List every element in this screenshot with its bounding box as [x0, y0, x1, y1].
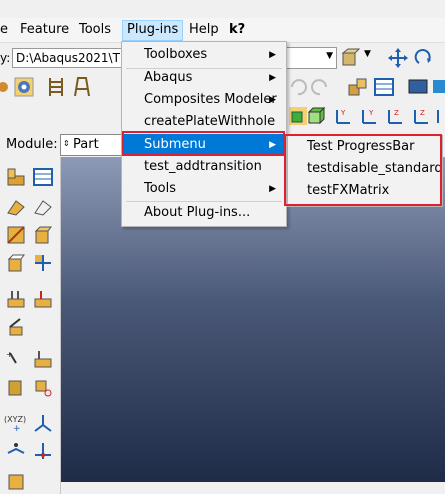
menu-item-label: About Plug-ins...: [144, 205, 251, 220]
reference-point-icon[interactable]: [33, 441, 53, 461]
view-xz-icon[interactable]: Z: [412, 106, 432, 126]
set-icon[interactable]: [6, 471, 26, 491]
svg-text:Z: Z: [394, 109, 399, 117]
cube-select-icon[interactable]: [340, 48, 360, 68]
menu-tools[interactable]: Tools: [79, 21, 111, 39]
virtual-topology-icon[interactable]: [6, 377, 26, 397]
shell-icon[interactable]: [6, 225, 26, 245]
menu-bar: e Feature Tools Plug-ins Help k?: [0, 18, 445, 42]
submenu-arrow-icon: ▶: [269, 73, 276, 83]
undo-icon[interactable]: [288, 77, 308, 97]
mesh-cube-icon[interactable]: [306, 106, 326, 126]
svg-text:(XYZ): (XYZ): [4, 415, 26, 424]
status-bar: [61, 482, 445, 494]
redo-icon[interactable]: [310, 77, 330, 97]
menu-item-label: Tools: [144, 181, 177, 196]
menu-item-create-plate-withhole[interactable]: createPlateWithhole: [124, 111, 284, 133]
whats-this-icon[interactable]: k?: [229, 21, 245, 39]
table-icon[interactable]: [374, 77, 394, 97]
target-icon[interactable]: [14, 77, 34, 97]
spin-icon: ⇕: [63, 139, 70, 148]
submenu-arrow-icon: ▶: [269, 95, 276, 105]
datum-point-icon[interactable]: [6, 289, 26, 309]
assembly-icon[interactable]: [348, 77, 368, 97]
svg-text:+: +: [6, 350, 13, 359]
dropdown-arrow-icon[interactable]: ▼: [364, 49, 371, 59]
view-zx-icon[interactable]: Z: [386, 106, 406, 126]
menu-item-toolboxes[interactable]: Toolboxes ▶: [124, 44, 284, 66]
submenu-arrow-icon: ▶: [269, 50, 276, 60]
svg-text:+: +: [13, 424, 21, 433]
view-yx-icon[interactable]: Y: [360, 106, 380, 126]
partial-icon[interactable]: [0, 77, 10, 97]
wire-icon[interactable]: [6, 253, 26, 273]
selection-dropdown[interactable]: ▼: [285, 47, 337, 69]
path-prefix: y:: [0, 51, 11, 65]
layers-icon[interactable]: [432, 77, 445, 97]
menu-item-label: Abaqus: [144, 70, 193, 85]
menu-edit[interactable]: e: [0, 21, 8, 39]
coordinate-system-icon[interactable]: (XYZ)+: [4, 413, 28, 433]
svg-text:Y: Y: [340, 109, 346, 117]
menu-item-test-addtransition[interactable]: test_addtransition: [124, 156, 284, 178]
ladder-icon[interactable]: [46, 77, 66, 97]
extrude-cut-icon[interactable]: [33, 197, 53, 217]
highlight-box-submenu: [122, 131, 285, 156]
menu-item-label: Toolboxes: [144, 47, 208, 62]
menu-help[interactable]: Help: [189, 21, 219, 39]
remove-faces-icon[interactable]: [33, 377, 53, 397]
menu-item-about-plug-ins[interactable]: About Plug-ins...: [124, 202, 284, 224]
frame-icon[interactable]: [72, 77, 92, 97]
shaded-part-icon[interactable]: [288, 106, 308, 126]
submenu-arrow-icon: ▶: [269, 184, 276, 194]
part-manager-icon[interactable]: [33, 167, 53, 187]
part-toolbox: + (XYZ) +: [0, 157, 61, 494]
view-iso-icon[interactable]: [436, 106, 445, 126]
datum-axis-icon[interactable]: [33, 289, 53, 309]
repair-icon[interactable]: [33, 349, 53, 369]
menu-item-abaqus[interactable]: Abaqus ▶: [124, 67, 284, 89]
edit-feature-icon[interactable]: [6, 317, 26, 337]
svg-text:Y: Y: [368, 109, 374, 117]
path-value: D:\Abaqus2021\T: [16, 51, 120, 65]
path-field[interactable]: D:\Abaqus2021\T: [12, 48, 127, 68]
menu-plug-ins[interactable]: Plug-ins: [122, 20, 184, 41]
extrude-solid-icon[interactable]: [6, 197, 26, 217]
menu-item-tools[interactable]: Tools ▶: [124, 178, 284, 200]
highlight-box-submenu-items: [284, 134, 442, 206]
menu-item-label: createPlateWithhole: [144, 114, 276, 129]
svg-text:Z: Z: [420, 109, 425, 117]
chevron-down-icon: ▼: [326, 51, 333, 61]
monitor-icon[interactable]: [408, 77, 428, 97]
menu-item-composites-modeler[interactable]: Composites Modeler ▶: [124, 89, 284, 111]
view-xy-icon[interactable]: Y: [334, 106, 354, 126]
cut-solid-icon[interactable]: [33, 225, 53, 245]
partition-icon[interactable]: [33, 253, 53, 273]
pan-icon[interactable]: [388, 48, 408, 68]
create-part-icon[interactable]: [6, 167, 26, 187]
module-label: Module:: [6, 137, 58, 152]
menu-item-label: test_addtransition: [144, 159, 262, 174]
menu-item-label: Composites Modeler: [144, 92, 277, 107]
datum-plane-icon[interactable]: [6, 441, 26, 461]
datum-csys-icon[interactable]: [33, 413, 53, 433]
menu-feature[interactable]: Feature: [20, 21, 69, 39]
rotate-icon[interactable]: [414, 48, 434, 68]
module-value: Part: [73, 137, 99, 152]
query-icon[interactable]: +: [6, 349, 26, 369]
